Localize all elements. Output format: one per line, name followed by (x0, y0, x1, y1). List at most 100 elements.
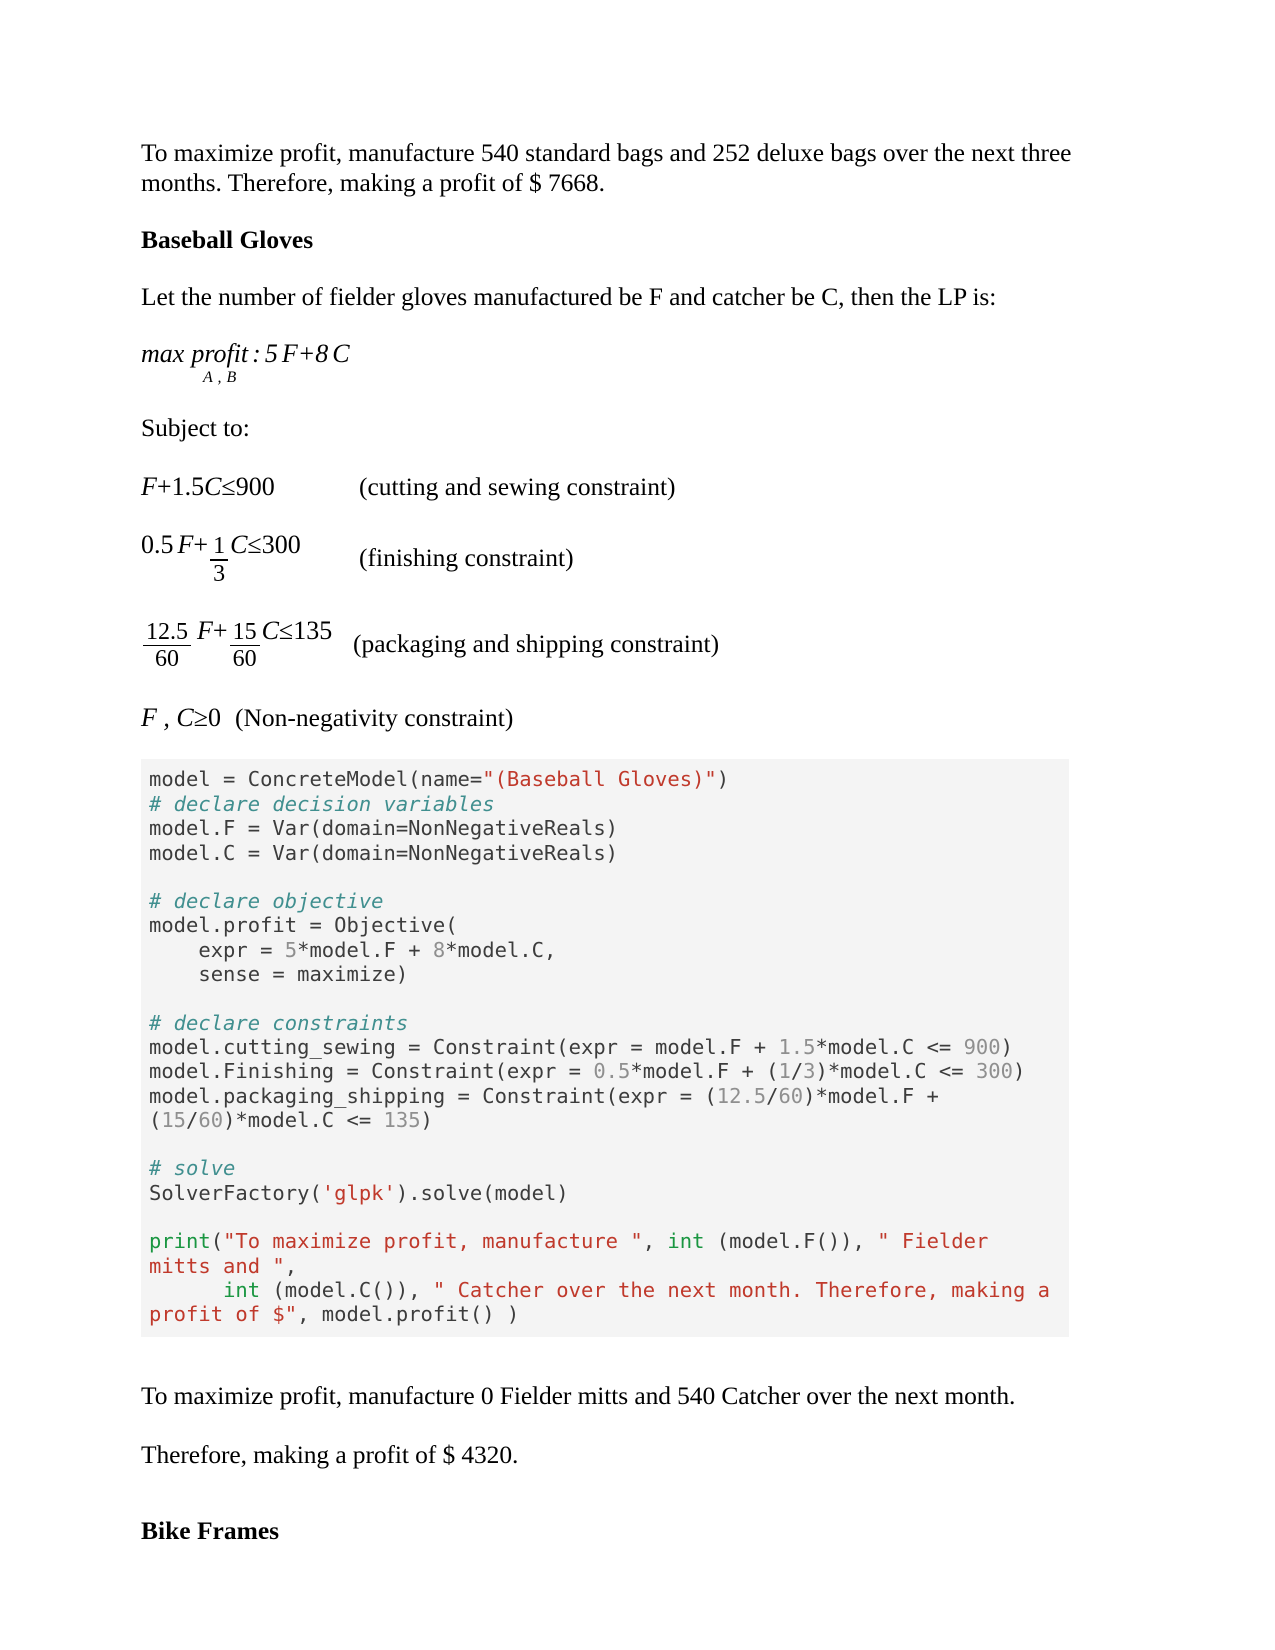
code-token-number: 0.5 (593, 1059, 631, 1084)
code-token-plain: (model.F()), (704, 1229, 878, 1254)
objective-function: max profit:5 F +8 C A , B (141, 339, 1132, 391)
code-token-plain: ).solve(model) (395, 1180, 569, 1205)
code-token-builtin: int (223, 1278, 261, 1303)
code-token-number: 135 (383, 1108, 421, 1133)
code-token-plain: )*model.C <= (223, 1108, 384, 1133)
fin-rel: ≤ (247, 530, 262, 560)
code-token-plain: model = ConcreteModel(name= (149, 767, 483, 792)
ps-frac2-numerator: 15 (232, 618, 257, 645)
constraint-packaging-shipping-note: (packaging and shipping constraint) (353, 628, 720, 658)
section-heading-bike-frames: Bike Frames (141, 1515, 280, 1545)
code-line: expr = 5*model.F + 8*model.C, (149, 938, 1061, 962)
code-token-plain: )*model.C <= (815, 1059, 976, 1084)
ps-rhs: 135 (293, 615, 333, 645)
code-token-plain: , (642, 1229, 668, 1254)
intro-paragraph: To maximize profit, manufacture 540 stan… (141, 138, 1072, 198)
cs-rel: ≤ (221, 472, 236, 502)
non-negativity-note: (Non-negativity constraint) (235, 703, 514, 733)
code-token-plain: *model.F + ( (630, 1059, 779, 1084)
code-token-builtin: print (149, 1229, 211, 1254)
nn-rel: ≥ (193, 703, 209, 733)
code-token-number: 15 (161, 1108, 187, 1133)
subject-to-label: Subject to: (141, 413, 250, 443)
code-line: # declare objective (149, 889, 1061, 913)
ps-frac2-denominator: 60 (232, 646, 257, 673)
fin-var2: C (230, 530, 248, 560)
ps-var1: F (197, 615, 213, 645)
code-token-plain: / (790, 1059, 804, 1084)
code-token-plain: ) (1000, 1034, 1013, 1059)
code-token-number: 8 (432, 937, 446, 962)
code-token-plain: *model.F + (297, 937, 433, 962)
code-token-number: 1.5 (778, 1034, 816, 1059)
code-line: model = ConcreteModel(name="(Baseball Gl… (149, 767, 1061, 791)
constraint-non-negativity: F , C ≥0 (Non-negativity constraint) (141, 701, 1132, 735)
code-token-number: 1 (778, 1059, 791, 1084)
code-token-number: 900 (963, 1034, 1001, 1059)
constraint-packaging-shipping: 12.5 60 F +15 60 C ≤135 (packaging and shippin… (141, 615, 1132, 673)
fin-frac-denominator: 3 (213, 560, 226, 587)
code-token-comment: # declare constraints (149, 1010, 409, 1035)
nn-rhs: 0 (208, 703, 222, 733)
code-token-plain: / (766, 1083, 779, 1108)
code-token-string: 'glpk' (321, 1180, 396, 1205)
fin-coef1: 0.5 (141, 530, 174, 560)
code-line: model.C = Var(domain=NonNegativeReals) (149, 841, 1061, 865)
code-token-comment: # declare objective (149, 888, 384, 913)
ps-rel: ≤ (278, 615, 294, 645)
objective-profit-label: profit (191, 339, 249, 369)
code-token-plain: model.Finishing = Constraint(expr = (149, 1059, 594, 1084)
code-token-number: 60 (198, 1108, 224, 1133)
code-token-plain: , (284, 1253, 298, 1278)
code-line: model.profit = Objective( (149, 913, 1061, 937)
code-token-comment: # solve (149, 1156, 236, 1181)
code-line: model.F = Var(domain=NonNegativeReals) (149, 816, 1061, 840)
ps-frac1-numerator: 12.5 (146, 618, 188, 645)
lp-intro-paragraph: Let the number of fielder gloves manufac… (141, 282, 997, 312)
objective-plus: + (297, 339, 316, 369)
ps-fraction-15-60: 15 60 (229, 618, 260, 673)
code-line: model.packaging_shipping = Constraint(ex… (149, 1084, 1061, 1133)
code-token-number: 12.5 (716, 1083, 767, 1108)
result-paragraph-1: To maximize profit, manufacture 0 Fielde… (141, 1380, 1016, 1410)
code-token-plain: ) (420, 1108, 433, 1133)
cs-rhs: 900 (235, 472, 275, 502)
ps-var2: C (261, 615, 279, 645)
objective-var-f: F (281, 339, 298, 369)
objective-colon: : (252, 339, 261, 369)
fin-rhs: 300 (261, 530, 301, 560)
code-token-plain: model.F = Var(domain=NonNegativeReals) (149, 816, 618, 841)
code-token-plain: / (186, 1108, 199, 1133)
nn-vars: F , C (141, 703, 194, 733)
fin-fraction-one-third: 13 (210, 534, 229, 587)
code-token-plain: model.cutting_sewing = Constraint(expr =… (149, 1034, 779, 1059)
code-line: SolverFactory('glpk').solve(model) (149, 1181, 1061, 1205)
constraint-finishing-note: (finishing constraint) (359, 543, 574, 573)
code-token-plain: model.C = Var(domain=NonNegativeReals) (149, 840, 618, 865)
objective-coef-f: 5 (264, 339, 278, 369)
fin-var1: F (177, 530, 194, 560)
python-code-block[interactable]: model = ConcreteModel(name="(Baseball Gl… (141, 759, 1069, 1337)
code-line: # solve (149, 1156, 1061, 1180)
ps-frac1-denominator: 60 (155, 646, 179, 673)
cs-var1: F (141, 472, 157, 502)
code-token-plain: ) (716, 767, 730, 792)
constraint-cutting-sewing: F +1.5 C ≤900 (cutting and sewing constrain… (141, 470, 1132, 504)
code-token-number: 60 (778, 1083, 804, 1108)
non-negativity-expression: F , C ≥0 (141, 703, 221, 733)
objective-coef-c: 8 (315, 339, 329, 369)
code-token-plain: *model.C <= (815, 1034, 964, 1059)
code-token-plain: sense = maximize) (149, 962, 409, 987)
result-paragraph-2: Therefore, making a profit of $ 4320. (141, 1439, 519, 1469)
code-line: model.cutting_sewing = Constraint(expr =… (149, 1035, 1061, 1059)
code-line: int (model.C()), " Catcher over the next… (149, 1278, 1061, 1327)
constraint-cutting-sewing-expression: F +1.5 C ≤900 (141, 472, 275, 502)
section-heading-baseball-gloves: Baseball Gloves (141, 225, 314, 255)
constraint-cutting-sewing-note: (cutting and sewing constraint) (359, 472, 676, 502)
code-line: print("To maximize profit, manufacture "… (149, 1229, 1061, 1278)
code-token-number: 5 (284, 937, 298, 962)
code-token-plain: *model.C, (445, 937, 557, 962)
